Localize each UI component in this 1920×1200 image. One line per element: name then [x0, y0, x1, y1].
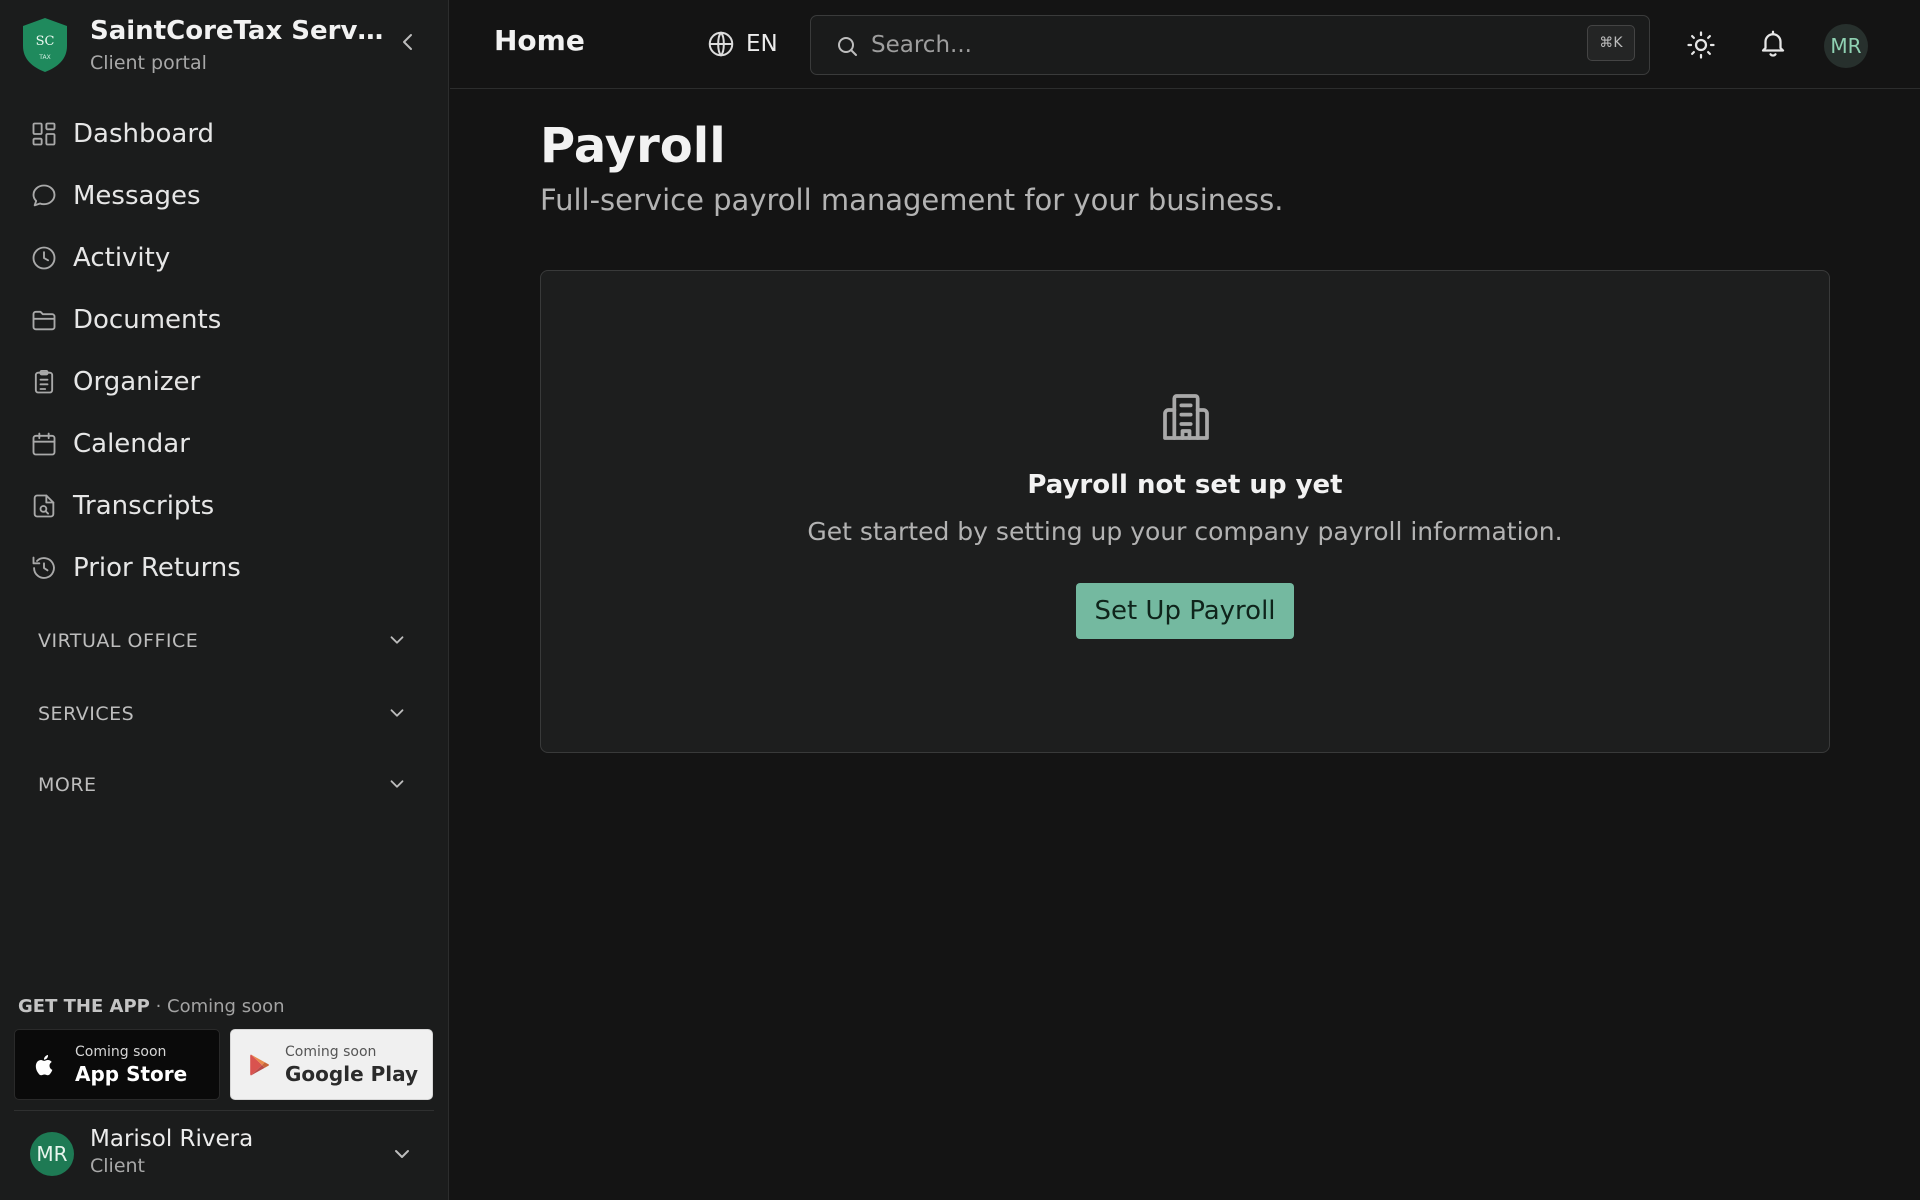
- sidebar-item-label: Activity: [73, 243, 171, 273]
- apple-icon: [35, 1054, 53, 1075]
- set-up-payroll-button[interactable]: Set Up Payroll: [1076, 583, 1294, 639]
- chevron-down-icon: [390, 780, 404, 788]
- section-label: SERVICES: [38, 703, 135, 725]
- language-selector[interactable]: EN: [706, 28, 778, 60]
- sidebar-divider: [14, 1110, 434, 1111]
- top-bar: Home EN ⌘K MR: [450, 0, 1920, 89]
- page-title: Payroll: [540, 118, 726, 174]
- language-label: EN: [746, 31, 778, 57]
- user-name: Marisol Rivera: [90, 1126, 254, 1152]
- search-input[interactable]: [871, 26, 1511, 64]
- empty-state-title: Payroll not set up yet: [1027, 470, 1343, 500]
- clipboard-icon: [34, 369, 54, 394]
- brand-name: SaintCoreTax Services: [90, 16, 390, 46]
- message-icon: [32, 184, 56, 207]
- search-shortcut-badge: ⌘K: [1587, 25, 1635, 61]
- section-label: VIRTUAL OFFICE: [38, 630, 199, 652]
- google-play-button[interactable]: Coming soon Google Play: [230, 1029, 433, 1100]
- get-the-app-status: · Coming soon: [155, 996, 285, 1017]
- notifications-button[interactable]: [1758, 28, 1788, 58]
- section-virtual-office[interactable]: VIRTUAL OFFICE: [0, 619, 449, 663]
- chevron-down-icon: [390, 636, 404, 644]
- avatar: MR: [30, 1132, 74, 1176]
- sidebar-item-label: Dashboard: [73, 119, 215, 149]
- google-play-label: Google Play: [285, 1061, 419, 1086]
- section-label: MORE: [38, 774, 97, 796]
- chevron-down-icon: [395, 1150, 409, 1158]
- search-icon: [838, 37, 857, 56]
- sidebar-item-label: Transcripts: [73, 491, 215, 521]
- section-services[interactable]: SERVICES: [0, 692, 449, 736]
- empty-state-text: Get started by setting up your company p…: [807, 517, 1563, 546]
- globe-icon: [708, 31, 734, 57]
- app-store-text: Coming soon App Store: [75, 1043, 187, 1087]
- payroll-empty-state-card: Payroll not set up yet Get started by se…: [540, 270, 1830, 753]
- sidebar-item-label: Prior Returns: [73, 553, 241, 583]
- user-role: Client: [90, 1155, 146, 1177]
- svg-text:SC: SC: [36, 34, 55, 49]
- folder-icon: [32, 310, 56, 331]
- app-store-small-label: Coming soon: [75, 1043, 167, 1060]
- section-more[interactable]: MORE: [0, 763, 449, 807]
- calendar-icon: [32, 432, 56, 456]
- theme-toggle-button[interactable]: [1686, 30, 1716, 60]
- sidebar-item-label: Documents: [73, 305, 222, 335]
- sidebar-item-label: Organizer: [73, 367, 201, 397]
- clock-icon: [32, 246, 56, 270]
- sidebar-item-messages[interactable]: Messages: [0, 165, 449, 227]
- sidebar-item-transcripts[interactable]: Transcripts: [0, 475, 449, 537]
- app-store-label: App Store: [75, 1061, 188, 1086]
- file-search-icon: [33, 494, 55, 518]
- sidebar-item-label: Messages: [73, 181, 201, 211]
- google-play-text: Coming soon Google Play: [285, 1043, 418, 1087]
- svg-text:TAX: TAX: [38, 54, 50, 61]
- brand: SC TAX SaintCoreTax Services Client port…: [20, 16, 430, 80]
- header-title: Home: [494, 24, 585, 57]
- sidebar-item-calendar[interactable]: Calendar: [0, 413, 449, 475]
- sidebar-item-dashboard[interactable]: Dashboard: [0, 103, 449, 165]
- sidebar-item-prior-returns[interactable]: Prior Returns: [0, 537, 449, 599]
- sidebar-nav: Dashboard Messages Activity Documents Or…: [0, 103, 449, 599]
- sidebar-item-documents[interactable]: Documents: [0, 289, 449, 351]
- page-subtitle: Full-service payroll management for your…: [540, 183, 1284, 217]
- get-the-app-heading: GET THE APP: [18, 996, 150, 1017]
- sidebar-item-activity[interactable]: Activity: [0, 227, 449, 289]
- user-menu[interactable]: MR Marisol Rivera Client: [0, 1118, 449, 1190]
- history-icon: [32, 556, 55, 579]
- header-avatar[interactable]: MR: [1824, 24, 1868, 68]
- app-store-button[interactable]: Coming soon App Store: [14, 1029, 220, 1100]
- dashboard-icon: [32, 122, 56, 146]
- collapse-sidebar-button[interactable]: [396, 30, 420, 54]
- sun-icon: [1687, 31, 1715, 59]
- google-play-icon: [250, 1054, 269, 1075]
- sidebar: SC TAX SaintCoreTax Services Client port…: [0, 0, 449, 1200]
- get-the-app-label: GET THE APP · Coming soon: [18, 996, 285, 1017]
- google-play-small-label: Coming soon: [285, 1043, 377, 1060]
- search-bar[interactable]: ⌘K: [810, 15, 1650, 75]
- chevron-left-icon: [403, 34, 412, 50]
- bell-icon: [1761, 30, 1785, 57]
- sidebar-item-organizer[interactable]: Organizer: [0, 351, 449, 413]
- building-icon: [1163, 394, 1209, 440]
- sidebar-item-label: Calendar: [73, 429, 190, 459]
- brand-subtitle: Client portal: [90, 52, 207, 74]
- chevron-down-icon: [390, 709, 404, 717]
- brand-logo: SC TAX: [20, 16, 70, 74]
